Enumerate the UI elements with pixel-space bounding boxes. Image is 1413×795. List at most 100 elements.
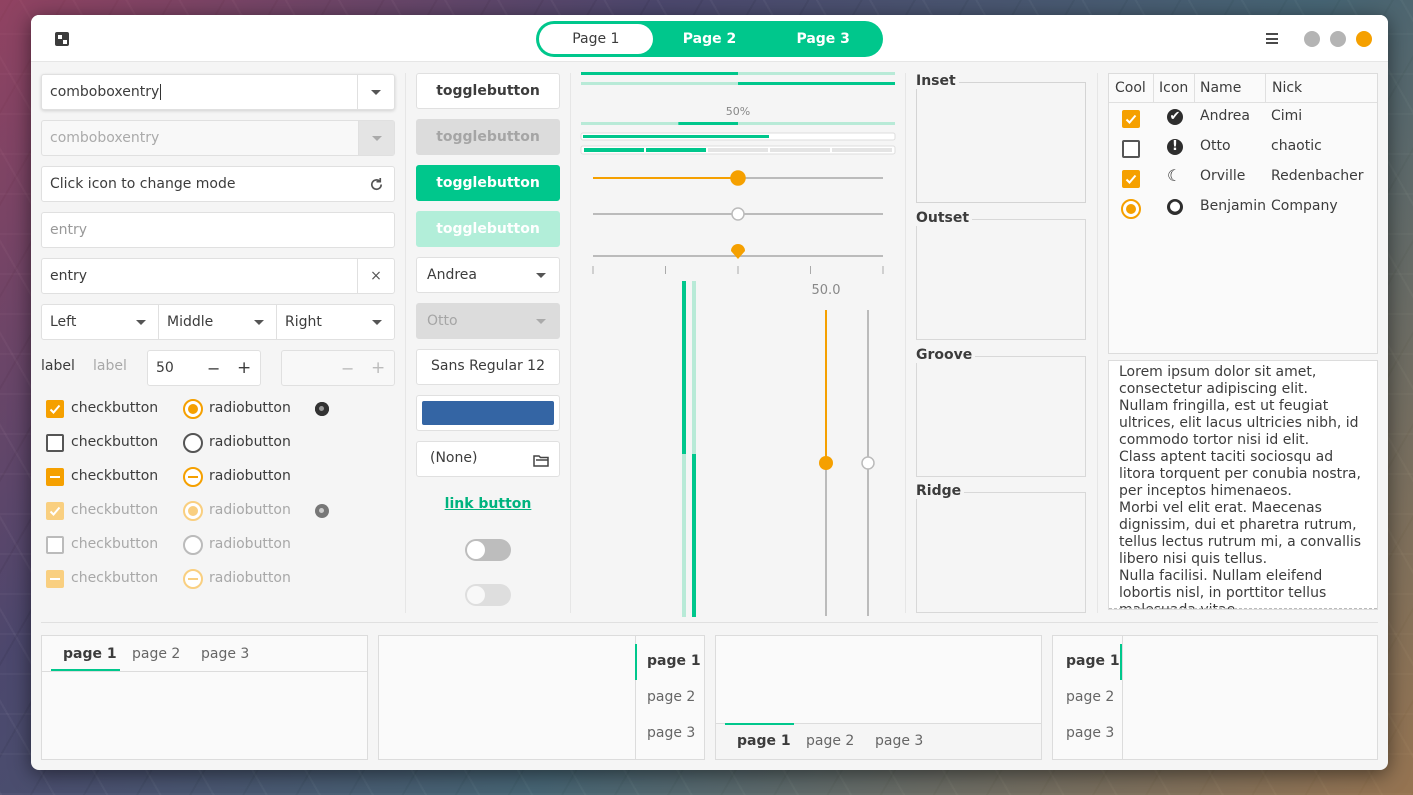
switch-1[interactable] [465, 539, 511, 561]
check-icon [1125, 114, 1137, 124]
combobox-dropdown-button[interactable] [357, 75, 394, 109]
progress-fill-2 [738, 82, 895, 85]
progress-block-3 [708, 148, 768, 152]
file-chooser-button[interactable]: (None) [416, 441, 560, 477]
tree-header [1109, 74, 1377, 103]
combo-left[interactable]: Left [41, 304, 159, 340]
radiobutton-label: radiobutton [209, 400, 291, 416]
cool-checkbox[interactable] [1122, 110, 1140, 128]
progress-label: 50% [726, 105, 750, 118]
link-button[interactable]: link button [416, 496, 560, 512]
toggle-button-1[interactable]: togglebutton [416, 73, 560, 109]
stack-switcher: Page 1 Page 2 Page 3 [536, 21, 883, 57]
notebook-tab-page-3[interactable]: page 3 [647, 725, 695, 741]
frame-groove-title: Groove [916, 347, 976, 363]
cool-radio[interactable] [1121, 199, 1141, 219]
font-button[interactable]: Sans Regular 12 [416, 349, 560, 385]
maximize-button[interactable] [1330, 31, 1346, 47]
tree-cell-nick: Redenbacher [1271, 168, 1364, 184]
switch-2 [465, 584, 511, 606]
notebook-tab-page-1[interactable]: page 1 [647, 653, 701, 669]
radiobutton-3[interactable] [183, 467, 203, 487]
text-cursor [160, 84, 162, 100]
spin-button[interactable]: 50 − + [147, 350, 261, 386]
checkbutton-1[interactable] [46, 400, 64, 418]
radiobutton-6 [183, 569, 203, 589]
combo-right-label: Right [285, 314, 322, 330]
combobox-entry[interactable]: comboboxentry [41, 74, 395, 110]
column-header-cool[interactable]: Cool [1115, 80, 1146, 96]
clear-icon: × [370, 268, 382, 284]
toggle-button-3[interactable]: togglebutton [416, 165, 560, 201]
radio-dot [188, 404, 198, 414]
column-header-nick[interactable]: Nick [1272, 80, 1302, 96]
combo-middle-label: Middle [167, 314, 214, 330]
progress-and-scale-area: 50% 50.0 [580, 72, 896, 617]
frame-inset-title: Inset [916, 73, 959, 89]
tab-strip [1122, 636, 1123, 759]
notebook-tab-page-2[interactable]: page 2 [647, 689, 695, 705]
column-header-icon[interactable]: Icon [1159, 80, 1188, 96]
radiobutton-1[interactable] [183, 399, 203, 419]
active-tab-underline [725, 723, 794, 725]
combo-andrea[interactable]: Andrea [416, 257, 560, 293]
combo-middle[interactable]: Middle [158, 304, 277, 340]
radiobutton-label: radiobutton [209, 536, 291, 552]
separator [405, 73, 406, 613]
decrement-icon[interactable]: − [207, 359, 220, 378]
chevron-down-icon [372, 320, 382, 325]
notebook-tab-page-3[interactable]: page 3 [875, 733, 923, 749]
font-size: 12 [527, 358, 545, 374]
check-icon [49, 506, 61, 516]
combo-andrea-label: Andrea [427, 267, 477, 283]
checkbutton-2[interactable] [46, 434, 64, 452]
entry-field[interactable]: entry × [41, 258, 395, 294]
tab-page-2[interactable]: Page 2 [653, 24, 767, 54]
icon-entry[interactable]: Click icon to change mode [41, 166, 395, 202]
entry-text: entry [50, 268, 88, 284]
cool-checkbox[interactable] [1122, 140, 1140, 158]
notebook-tab-page-1[interactable]: page 1 [1066, 653, 1120, 669]
tab-page-1[interactable]: Page 1 [539, 24, 653, 54]
checkbutton-3[interactable] [46, 468, 64, 486]
combo-right[interactable]: Right [276, 304, 395, 340]
close-button[interactable] [1356, 31, 1372, 47]
color-button[interactable] [416, 395, 560, 431]
hamburger-menu-icon[interactable] [1266, 33, 1278, 44]
increment-icon[interactable]: + [237, 358, 251, 378]
column-header-name[interactable]: Name [1200, 80, 1241, 96]
text-view[interactable]: Lorem ipsum dolor sit amet, consectetur … [1108, 360, 1378, 610]
radiobutton-label: radiobutton [209, 468, 291, 484]
app-icon [55, 32, 69, 46]
color-swatch [422, 401, 554, 425]
spin-value: 50 [156, 360, 174, 376]
tab-page-3[interactable]: Page 3 [766, 24, 880, 54]
chevron-down-icon [536, 273, 546, 278]
notebook-tab-page-3[interactable]: page 3 [1066, 725, 1114, 741]
chevron-down-icon [254, 320, 264, 325]
notebook-tab-page-1[interactable]: page 1 [63, 646, 117, 662]
entry-placeholder-field[interactable]: entry [41, 212, 395, 248]
combo-otto-label: Otto [427, 313, 458, 329]
radiobutton-2[interactable] [183, 433, 203, 453]
radiobutton-5 [183, 535, 203, 555]
moon-icon: ☾ [1167, 166, 1182, 185]
refresh-icon[interactable] [369, 177, 384, 192]
checkbutton-label: checkbutton [71, 468, 159, 484]
font-name: Sans Regular [431, 358, 523, 374]
file-chooser-label: (None) [430, 450, 478, 466]
vscale-value-label: 50.0 [812, 283, 841, 298]
cool-checkbox[interactable] [1122, 170, 1140, 188]
clear-button[interactable]: × [357, 259, 394, 293]
notebook-tab-page-2[interactable]: page 2 [132, 646, 180, 662]
minimize-button[interactable] [1304, 31, 1320, 47]
notebook-tab-page-1[interactable]: page 1 [737, 733, 791, 749]
column-sep [1265, 74, 1266, 103]
checkbutton-label: checkbutton [71, 400, 159, 416]
notebook-tab-page-3[interactable]: page 3 [201, 646, 249, 662]
radiobutton-label: radiobutton [209, 570, 291, 586]
tree-view: Cool Icon Name Nick ✔ Andrea Cimi! Otto chao… [1108, 73, 1378, 354]
notebook-tab-page-2[interactable]: page 2 [1066, 689, 1114, 705]
progress-block-2 [646, 148, 706, 152]
notebook-tab-page-2[interactable]: page 2 [806, 733, 854, 749]
